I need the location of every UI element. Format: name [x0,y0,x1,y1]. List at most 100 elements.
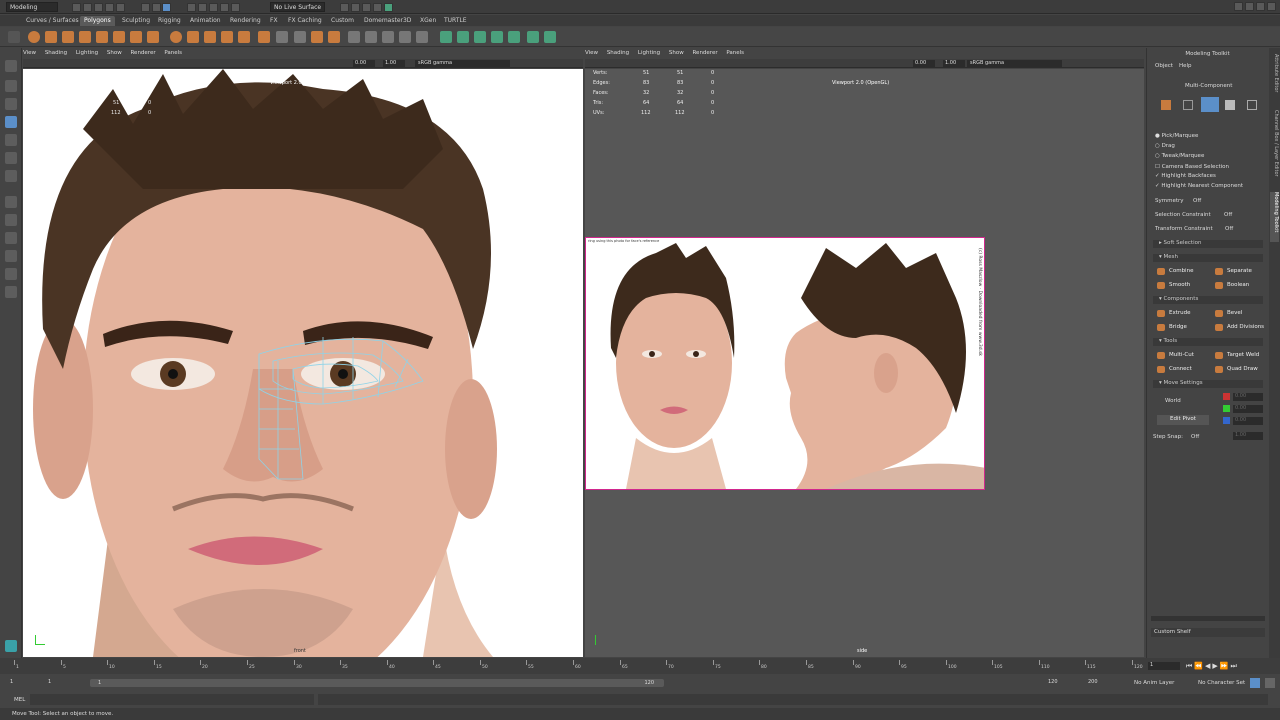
panel-menu-view[interactable]: View [23,50,36,56]
bridge-shelf-icon[interactable] [276,31,288,43]
mesh-section[interactable]: ▾ Mesh [1153,254,1263,262]
panel-menu-renderer-r[interactable]: Renderer [692,50,717,56]
layout-outliner-icon[interactable] [5,268,17,280]
panel-menu-lighting-r[interactable]: Lighting [638,50,660,56]
highlight-nearest-checkbox[interactable]: ✓ Highlight Nearest Component [1155,183,1243,189]
tab-domemaster3d[interactable]: Domemaster3D [360,16,415,26]
front-viewport[interactable]: View Shading Lighting Show Renderer Pane… [23,50,583,657]
save-scene-icon[interactable] [93,3,103,12]
move-settings-section[interactable]: ▾ Move Settings [1153,380,1263,388]
tweak-marquee-option[interactable]: ○ Tweak/Marquee [1155,153,1204,159]
step-value-field[interactable]: 1.00 [1233,432,1263,440]
transform-constraint-select[interactable]: Off [1225,226,1233,232]
panel-menu-panels-r[interactable]: Panels [726,50,744,56]
toolkit-menu-object[interactable]: Object [1155,63,1173,69]
current-frame-field[interactable]: 1 [1148,662,1180,670]
tools-section[interactable]: ▾ Tools [1153,338,1263,346]
layout-persp-icon[interactable] [5,250,17,262]
side-view-canvas[interactable]: Viewport 2.0 (OpenGL) Verts: 51 51 0 Edg… [585,69,1144,657]
reference-image-plane[interactable]: ring using this photo for face's referen… [585,237,986,490]
object-mode-icon[interactable] [1161,100,1171,110]
step-snap-select[interactable]: Off [1191,434,1199,440]
symmetry-select[interactable]: Off [1193,198,1201,204]
multi-cut-shelf-icon[interactable] [348,31,360,43]
face-mode-icon[interactable] [1225,100,1235,110]
selection-constraint-select[interactable]: Off [1224,212,1232,218]
bevel-shelf-icon[interactable] [311,31,323,43]
world-select[interactable]: World [1165,398,1181,404]
layout-graph-icon[interactable] [5,286,17,298]
gamma-field-r[interactable]: 1.00 [943,60,965,67]
tab-fx[interactable]: FX [266,16,282,26]
scale-tool-icon[interactable] [5,152,17,164]
channel-icon[interactable] [1255,2,1265,11]
fill-hole-shelf-icon[interactable] [328,31,340,43]
combine-shelf-icon[interactable] [170,31,182,43]
panel-menu-shading-r[interactable]: Shading [607,50,629,56]
drag-option[interactable]: ○ Drag [1155,143,1175,149]
panel-menu-panels[interactable]: Panels [164,50,182,56]
separate-shelf-icon[interactable] [187,31,199,43]
combine-button[interactable]: Combine [1157,268,1193,275]
anim-prefs-icon[interactable] [1265,678,1275,688]
panel-menu-lighting[interactable]: Lighting [76,50,98,56]
camera-based-selection-checkbox[interactable]: ☐ Camera Based Selection [1155,164,1229,170]
tab-custom[interactable]: Custom [327,16,358,26]
render-icon[interactable] [350,3,360,12]
attribute-icon[interactable] [1244,2,1254,11]
tab-fx-caching[interactable]: FX Caching [284,16,326,26]
lasso-tool-icon[interactable] [5,80,17,92]
end-frame-field[interactable]: 200 [1086,679,1116,687]
hypershade-icon[interactable] [383,3,393,12]
tab-polygons[interactable]: Polygons [80,16,115,26]
uv-mode-icon[interactable] [1247,100,1257,110]
layout-single-icon[interactable] [5,196,17,208]
rotate-tool-icon[interactable] [5,134,17,146]
tab-modeling-toolkit[interactable]: Modeling Toolkit [1270,192,1279,242]
bridge-button[interactable]: Bridge [1157,324,1187,331]
panel-menu-show[interactable]: Show [107,50,122,56]
multi-cut-button[interactable]: Multi-Cut [1157,352,1194,359]
poly-cube-icon[interactable] [45,31,57,43]
gamma-field[interactable]: 1.00 [383,60,405,67]
boolean-button[interactable]: Boolean [1215,282,1249,289]
edge-mode-icon[interactable] [1201,97,1219,112]
poly-sphere-icon[interactable] [28,31,40,43]
add-divisions-button[interactable]: Add Divisions [1215,324,1264,331]
exposure-field[interactable]: 0.00 [353,60,375,67]
tab-rigging[interactable]: Rigging [154,16,185,26]
last-tool-icon[interactable] [5,170,17,182]
pick-marquee-option[interactable]: ● Pick/Marquee [1155,133,1198,139]
smooth-button[interactable]: Smooth [1157,282,1190,289]
poly-prism-icon[interactable] [130,31,142,43]
separate-button[interactable]: Separate [1215,268,1252,275]
toolkit-menu-help[interactable]: Help [1179,63,1192,69]
snap-curve-icon[interactable] [198,3,208,12]
axis-y-field[interactable]: 0.00 [1233,405,1263,413]
open-scene-icon[interactable] [82,3,92,12]
new-scene-icon[interactable] [72,3,81,12]
tab-xgen[interactable]: XGen [416,16,440,26]
front-view-canvas[interactable]: Viewport 2.0 (OpenGL) 51 0 112 0 front [23,69,583,657]
mirror-shelf-icon[interactable] [221,31,233,43]
extrude-button[interactable]: Extrude [1157,310,1191,317]
color-space-select[interactable]: sRGB gamma [415,60,510,67]
tab-curves-surfaces[interactable]: Curves / Surfaces [22,16,83,26]
command-input[interactable] [30,694,314,705]
components-section[interactable]: ▾ Components [1153,296,1263,304]
poly-pyramid-icon[interactable] [147,31,159,43]
custom-shelf-field[interactable]: Custom Shelf [1151,628,1265,637]
poly-plane-icon[interactable] [96,31,108,43]
tab-rendering[interactable]: Rendering [226,16,265,26]
shelf-settings-icon[interactable] [8,31,20,43]
anim-layer-select[interactable]: No Anim Layer [1134,680,1174,686]
select-tool-icon[interactable] [5,60,17,72]
layout-uv-shelf-icon[interactable] [527,31,539,43]
soft-selection-section[interactable]: ▸ Soft Selection [1153,240,1263,248]
target-weld-button[interactable]: Target Weld [1215,352,1259,359]
tab-turtle[interactable]: TURTLE [440,16,471,26]
character-set-select[interactable]: No Character Set [1198,680,1245,686]
side-viewport[interactable]: View Shading Lighting Show Renderer Pane… [585,50,1144,657]
panel-menu-shading[interactable]: Shading [45,50,67,56]
quad-draw-button[interactable]: Quad Draw [1215,366,1258,373]
